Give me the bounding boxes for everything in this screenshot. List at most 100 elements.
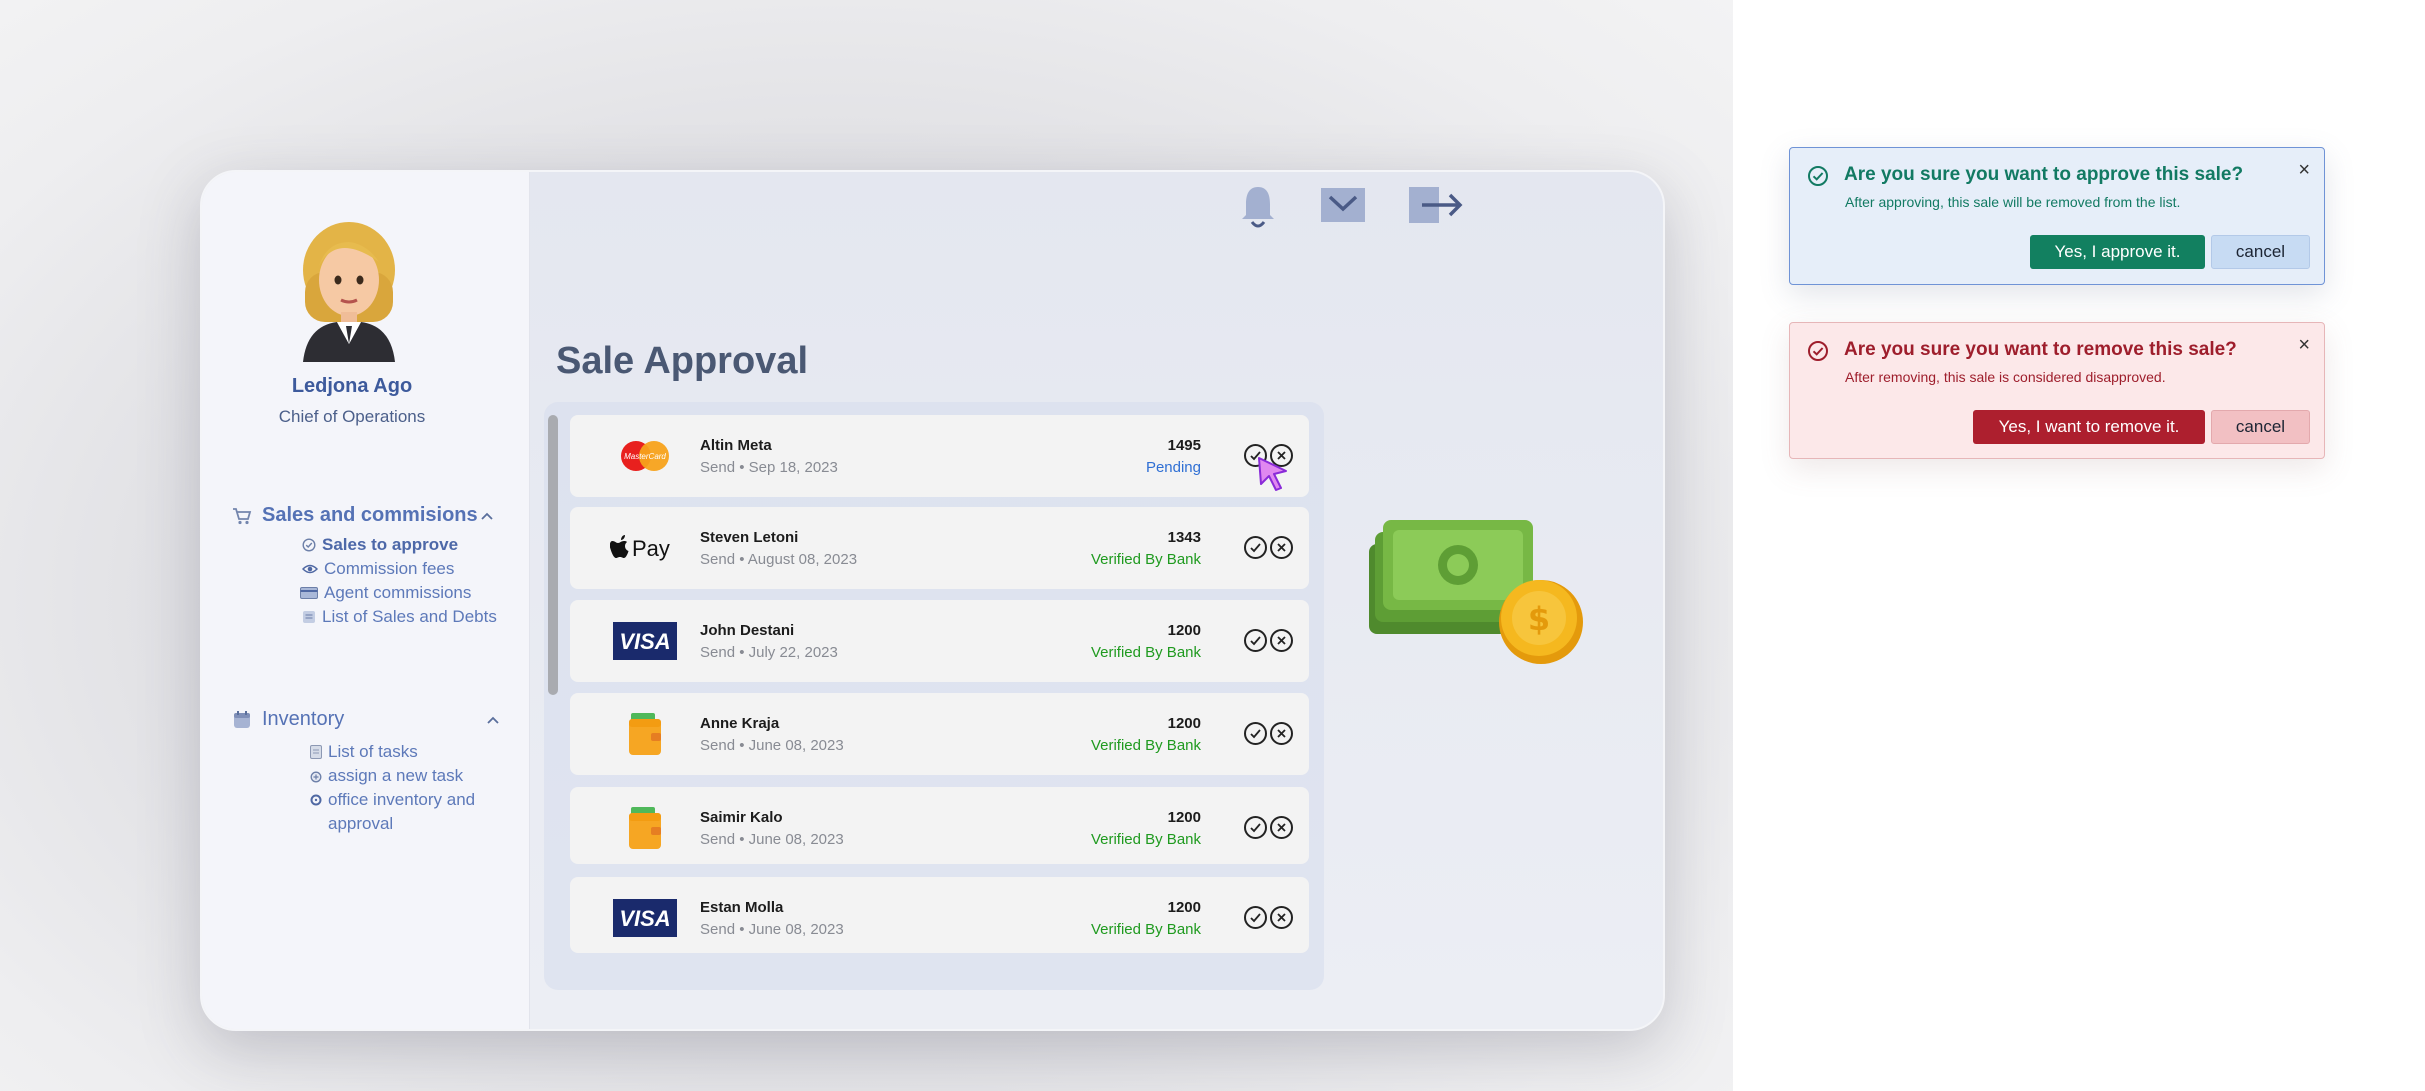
- check-icon: [1250, 543, 1261, 553]
- status-badge: Verified By Bank: [1090, 644, 1201, 661]
- approve-button[interactable]: [1244, 906, 1267, 929]
- app-window: Ledjona Ago Chief of Operations Sales an…: [200, 170, 1665, 1031]
- status-badge: Verified By Bank: [1090, 921, 1201, 938]
- page-title: Sale Approval: [556, 340, 809, 382]
- send-date: Send • June 08, 2023: [700, 831, 844, 848]
- reject-button[interactable]: [1270, 906, 1293, 929]
- wallet-logo: [610, 713, 680, 755]
- reject-button[interactable]: [1270, 722, 1293, 745]
- sale-row: VISA John Destani Send • July 22, 2023 1…: [570, 600, 1309, 682]
- send-date: Send • Sep 18, 2023: [700, 459, 838, 476]
- sidebar-item-office-inventory[interactable]: office inventory and: [310, 790, 475, 810]
- sidebar-section-inventory-label: Inventory: [262, 708, 345, 730]
- dialog-message: After approving, this sale will be remov…: [1845, 194, 2181, 210]
- sidebar-item-sales-to-approve[interactable]: Sales to approve: [302, 535, 458, 555]
- mastercard-logo: MasterCard: [610, 435, 680, 477]
- visa-logo: VISA: [610, 897, 680, 939]
- approve-button[interactable]: [1244, 629, 1267, 652]
- sidebar-item-assign-task[interactable]: assign a new task: [310, 766, 463, 786]
- close-icon: [1277, 543, 1286, 552]
- customer-name: Saimir Kalo: [700, 809, 783, 826]
- svg-text:MasterCard: MasterCard: [624, 452, 666, 461]
- mail-icon[interactable]: [1320, 187, 1366, 223]
- sale-row: MasterCard Altin Meta Send • Sep 18, 202…: [570, 415, 1309, 497]
- sale-row: Pay Steven Letoni Send • August 08, 2023…: [570, 507, 1309, 589]
- sale-amount: 1200: [1167, 809, 1201, 826]
- status-badge: Verified By Bank: [1090, 737, 1201, 754]
- status-badge: Verified By Bank: [1090, 551, 1201, 568]
- main-content: Sale Approval MasterCard Altin Meta Send…: [530, 172, 1663, 1029]
- remove-confirmation-dialog: Are you sure you want to remove this sal…: [1789, 322, 2325, 459]
- apple-pay-logo: Pay: [610, 527, 680, 569]
- logout-icon[interactable]: [1408, 186, 1464, 224]
- chevron-up-icon[interactable]: [487, 716, 499, 724]
- approve-button[interactable]: [1244, 536, 1267, 559]
- close-icon: [1277, 913, 1286, 922]
- cart-icon: [233, 507, 252, 524]
- reject-button[interactable]: [1270, 629, 1293, 652]
- svg-text:Pay: Pay: [632, 536, 670, 561]
- check-icon: [1250, 636, 1261, 646]
- sale-amount: 1200: [1167, 899, 1201, 916]
- send-date: Send • June 08, 2023: [700, 737, 844, 754]
- check-icon: [1250, 729, 1261, 739]
- sidebar-section-sales[interactable]: Sales and commisions: [232, 504, 478, 527]
- sidebar-item-label: Sales to approve: [322, 535, 459, 554]
- scrollbar[interactable]: [548, 415, 558, 695]
- svg-text:VISA: VISA: [619, 906, 670, 931]
- approve-button[interactable]: [1244, 722, 1267, 745]
- sale-row: Anne Kraja Send • June 08, 2023 1200 Ver…: [570, 693, 1309, 775]
- cancel-button[interactable]: cancel: [2211, 410, 2310, 444]
- sidebar-item-label: Commission fees: [324, 559, 455, 578]
- dialog-title: Are you sure you want to approve this sa…: [1844, 164, 2244, 185]
- reject-button[interactable]: [1270, 816, 1293, 839]
- bell-icon[interactable]: [1240, 184, 1276, 228]
- add-icon: [310, 771, 322, 783]
- reject-button[interactable]: [1270, 536, 1293, 559]
- sidebar-item-label: Agent commissions: [324, 583, 472, 602]
- dialog-title: Are you sure you want to remove this sal…: [1844, 339, 2237, 360]
- sale-amount: 1343: [1167, 529, 1201, 546]
- sale-amount: 1200: [1167, 715, 1201, 732]
- approve-button[interactable]: [1244, 816, 1267, 839]
- chevron-up-icon[interactable]: [481, 512, 493, 520]
- check-circle-icon: [1808, 341, 1828, 361]
- inventory-icon: [234, 710, 250, 728]
- close-icon: [1277, 823, 1286, 832]
- send-date: Send • July 22, 2023: [700, 644, 838, 661]
- sidebar-item-commission-fees[interactable]: Commission fees: [302, 559, 454, 579]
- confirm-remove-button[interactable]: Yes, I want to remove it.: [1973, 410, 2205, 444]
- close-icon[interactable]: ×: [2298, 335, 2310, 355]
- check-circle-icon: [302, 538, 316, 552]
- customer-name: Altin Meta: [700, 437, 772, 454]
- sidebar-item-sales-and-debts[interactable]: List of Sales and Debts: [302, 607, 497, 627]
- sale-amount: 1200: [1167, 622, 1201, 639]
- dialog-message: After removing, this sale is considered …: [1845, 369, 2166, 385]
- mouse-cursor-icon: [1258, 457, 1287, 491]
- sidebar-item-agent-commissions[interactable]: Agent commissions: [300, 583, 471, 603]
- sidebar-item-label: List of tasks: [328, 742, 418, 761]
- sidebar-item-label: office inventory and: [328, 790, 476, 809]
- customer-name: John Destani: [700, 622, 795, 639]
- customer-name: Estan Molla: [700, 899, 784, 916]
- sidebar-item-list-of-tasks[interactable]: List of tasks: [310, 742, 418, 762]
- gear-icon: [310, 794, 322, 806]
- avatar: [303, 222, 395, 362]
- confirm-approve-button[interactable]: Yes, I approve it.: [2030, 235, 2205, 269]
- sidebar: Ledjona Ago Chief of Operations Sales an…: [202, 172, 530, 1029]
- close-icon[interactable]: ×: [2298, 160, 2310, 180]
- sidebar-item-label: assign a new task: [328, 766, 464, 785]
- sidebar-item-office-inventory-continued[interactable]: approval: [328, 814, 393, 834]
- svg-text:$: $: [1528, 600, 1550, 638]
- list-icon: [303, 611, 315, 623]
- cancel-button[interactable]: cancel: [2211, 235, 2310, 269]
- check-circle-icon: [1808, 166, 1828, 186]
- close-icon: [1277, 636, 1286, 645]
- customer-name: Anne Kraja: [700, 715, 780, 732]
- approve-confirmation-dialog: Are you sure you want to approve this sa…: [1789, 147, 2325, 285]
- status-badge: Pending: [1145, 459, 1201, 476]
- check-icon: [1250, 823, 1261, 833]
- sidebar-section-inventory[interactable]: Inventory: [232, 708, 344, 731]
- eye-icon: [302, 564, 318, 574]
- close-icon: [1277, 729, 1286, 738]
